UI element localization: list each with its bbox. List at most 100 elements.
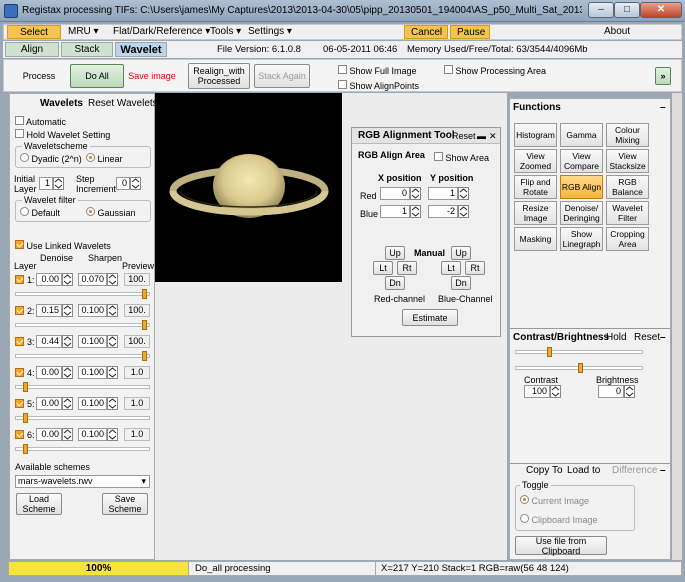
function-button-view-stacksize[interactable]: View Stacksize bbox=[606, 149, 649, 173]
load-scheme-button[interactable]: Load Scheme bbox=[16, 493, 62, 515]
layer-enable-checkbox[interactable] bbox=[15, 430, 24, 439]
show-area-checkbox[interactable] bbox=[434, 152, 443, 161]
preview-value[interactable]: 100. bbox=[124, 335, 150, 348]
hold-wavelet-option[interactable]: Hold Wavelet Setting bbox=[15, 129, 110, 140]
denoise-spinner-icon[interactable] bbox=[62, 397, 73, 410]
contrast-slider-thumb[interactable] bbox=[547, 347, 552, 357]
blue-y-spinner-icon[interactable] bbox=[458, 205, 469, 218]
denoise-spinner-icon[interactable] bbox=[62, 428, 73, 441]
sharpen-spinner-icon[interactable] bbox=[107, 304, 118, 317]
default-filter-radio[interactable] bbox=[20, 207, 29, 216]
preview-value[interactable]: 100. bbox=[124, 304, 150, 317]
layer-enable-checkbox[interactable] bbox=[15, 399, 24, 408]
tab-wavelet[interactable]: Wavelet bbox=[115, 42, 167, 57]
function-button-gamma[interactable]: Gamma bbox=[560, 123, 603, 147]
blue-x-spinner-icon[interactable] bbox=[410, 205, 421, 218]
pin-icon[interactable]: ▬ bbox=[477, 131, 486, 141]
menu-settings[interactable]: Settings ▾ bbox=[242, 25, 298, 39]
brightness-slider-thumb[interactable] bbox=[578, 363, 583, 373]
show-full-image-checkbox[interactable] bbox=[338, 65, 347, 74]
function-button-cropping-area[interactable]: Cropping Area bbox=[606, 227, 649, 251]
difference-button[interactable]: Difference bbox=[612, 465, 657, 476]
preview-value[interactable]: 100. bbox=[124, 273, 150, 286]
denoise-input[interactable]: 0.15 bbox=[36, 304, 62, 317]
save-image-button[interactable]: Save image bbox=[126, 64, 178, 88]
sharpen-spinner-icon[interactable] bbox=[107, 335, 118, 348]
sharpen-input[interactable]: 0.070 bbox=[78, 273, 107, 286]
denoise-spinner-icon[interactable] bbox=[62, 304, 73, 317]
show-alignpoints-checkbox[interactable] bbox=[338, 80, 347, 89]
red-down-button[interactable]: Dn bbox=[385, 276, 405, 290]
blue-down-button[interactable]: Dn bbox=[451, 276, 471, 290]
contrast-spinner-icon[interactable] bbox=[550, 385, 561, 398]
function-button-view-zoomed[interactable]: View Zoomed bbox=[514, 149, 557, 173]
layer-enable-checkbox[interactable] bbox=[15, 337, 24, 346]
cancel-button[interactable]: Cancel bbox=[404, 25, 448, 39]
menu-tools[interactable]: Tools ▾ bbox=[204, 25, 247, 39]
use-file-from-clipboard-button[interactable]: Use file from Clipboard bbox=[515, 536, 607, 556]
function-button-view-compare[interactable]: View Compare bbox=[560, 149, 603, 173]
red-right-button[interactable]: Rt bbox=[397, 261, 417, 275]
red-y-spinner-icon[interactable] bbox=[458, 187, 469, 200]
red-x-input[interactable]: 0 bbox=[380, 187, 410, 200]
realign-button[interactable]: Realign_with Processed bbox=[188, 63, 250, 89]
rgb-reset-button[interactable]: Reset bbox=[452, 131, 476, 141]
contrast-hold-button[interactable]: Hold bbox=[606, 332, 627, 343]
brightness-input[interactable]: 0 bbox=[598, 385, 624, 398]
layer-slider[interactable] bbox=[15, 413, 150, 423]
layer-slider[interactable] bbox=[15, 382, 150, 392]
contrast-collapse-icon[interactable]: – bbox=[660, 332, 666, 343]
menu-select[interactable]: Select bbox=[7, 25, 61, 39]
sharpen-spinner-icon[interactable] bbox=[107, 273, 118, 286]
brightness-slider[interactable] bbox=[515, 363, 643, 373]
process-button[interactable]: Process bbox=[10, 64, 68, 88]
step-increment-spinner-icon[interactable] bbox=[130, 177, 141, 190]
layer-slider-thumb[interactable] bbox=[22, 413, 28, 423]
gaussian-filter-radio[interactable] bbox=[86, 207, 95, 216]
use-linked-wavelets-option[interactable]: Use Linked Wavelets bbox=[15, 240, 111, 251]
save-scheme-button[interactable]: Save Scheme bbox=[102, 493, 148, 515]
show-alignpoints-option[interactable]: Show AlignPoints bbox=[338, 80, 419, 91]
copy-collapse-icon[interactable]: – bbox=[660, 465, 666, 476]
red-left-button[interactable]: Lt bbox=[373, 261, 393, 275]
blue-x-input[interactable]: 1 bbox=[380, 205, 410, 218]
linear-radio[interactable] bbox=[86, 153, 95, 162]
current-image-option[interactable]: Current Image bbox=[520, 495, 589, 506]
denoise-spinner-icon[interactable] bbox=[62, 273, 73, 286]
layer-slider-thumb[interactable] bbox=[22, 382, 28, 392]
function-button-show-linegraph[interactable]: Show Linegraph bbox=[560, 227, 603, 251]
blue-y-input[interactable]: -2 bbox=[428, 205, 458, 218]
function-button-denoise-deringing[interactable]: Denoise/ Deringing bbox=[560, 201, 603, 225]
function-button-resize-image[interactable]: Resize Image bbox=[514, 201, 557, 225]
denoise-input[interactable]: 0.00 bbox=[36, 397, 62, 410]
reset-wavelets-button[interactable]: Reset Wavelets bbox=[88, 98, 158, 109]
sharpen-input[interactable]: 0.100 bbox=[78, 335, 107, 348]
sharpen-spinner-icon[interactable] bbox=[107, 366, 118, 379]
contrast-reset-button[interactable]: Reset bbox=[634, 332, 660, 343]
initial-layer-input[interactable]: 1 bbox=[39, 177, 53, 190]
layer-slider-thumb[interactable] bbox=[142, 351, 148, 361]
function-button-masking[interactable]: Masking bbox=[514, 227, 557, 251]
blue-right-button[interactable]: Rt bbox=[465, 261, 485, 275]
load-to-button[interactable]: Load to bbox=[567, 465, 600, 476]
layer-slider[interactable] bbox=[15, 320, 150, 330]
minimize-button[interactable]: – bbox=[588, 2, 614, 18]
preview-value[interactable]: 1.0 bbox=[124, 428, 150, 441]
layer-enable-checkbox[interactable] bbox=[15, 368, 24, 377]
function-button-flip-and-rotate[interactable]: Flip and Rotate bbox=[514, 175, 557, 199]
sharpen-input[interactable]: 0.100 bbox=[78, 304, 107, 317]
denoise-spinner-icon[interactable] bbox=[62, 366, 73, 379]
scheme-select[interactable]: mars-wavelets.rwv ▾ bbox=[15, 475, 150, 488]
blue-up-button[interactable]: Up bbox=[451, 246, 471, 260]
layer-slider[interactable] bbox=[15, 351, 150, 361]
sharpen-input[interactable]: 0.100 bbox=[78, 397, 107, 410]
clipboard-image-option[interactable]: Clipboard Image bbox=[520, 514, 598, 525]
menu-mru[interactable]: MRU ▾ bbox=[62, 25, 105, 39]
pause-button[interactable]: Pause bbox=[450, 25, 490, 39]
step-increment-input[interactable]: 0 bbox=[116, 177, 130, 190]
brightness-spinner-icon[interactable] bbox=[624, 385, 635, 398]
function-button-rgb-balance[interactable]: RGB Balance bbox=[606, 175, 649, 199]
linear-option[interactable]: Linear bbox=[86, 153, 123, 164]
automatic-option[interactable]: Automatic bbox=[15, 116, 66, 127]
preview-value[interactable]: 1.0 bbox=[124, 397, 150, 410]
